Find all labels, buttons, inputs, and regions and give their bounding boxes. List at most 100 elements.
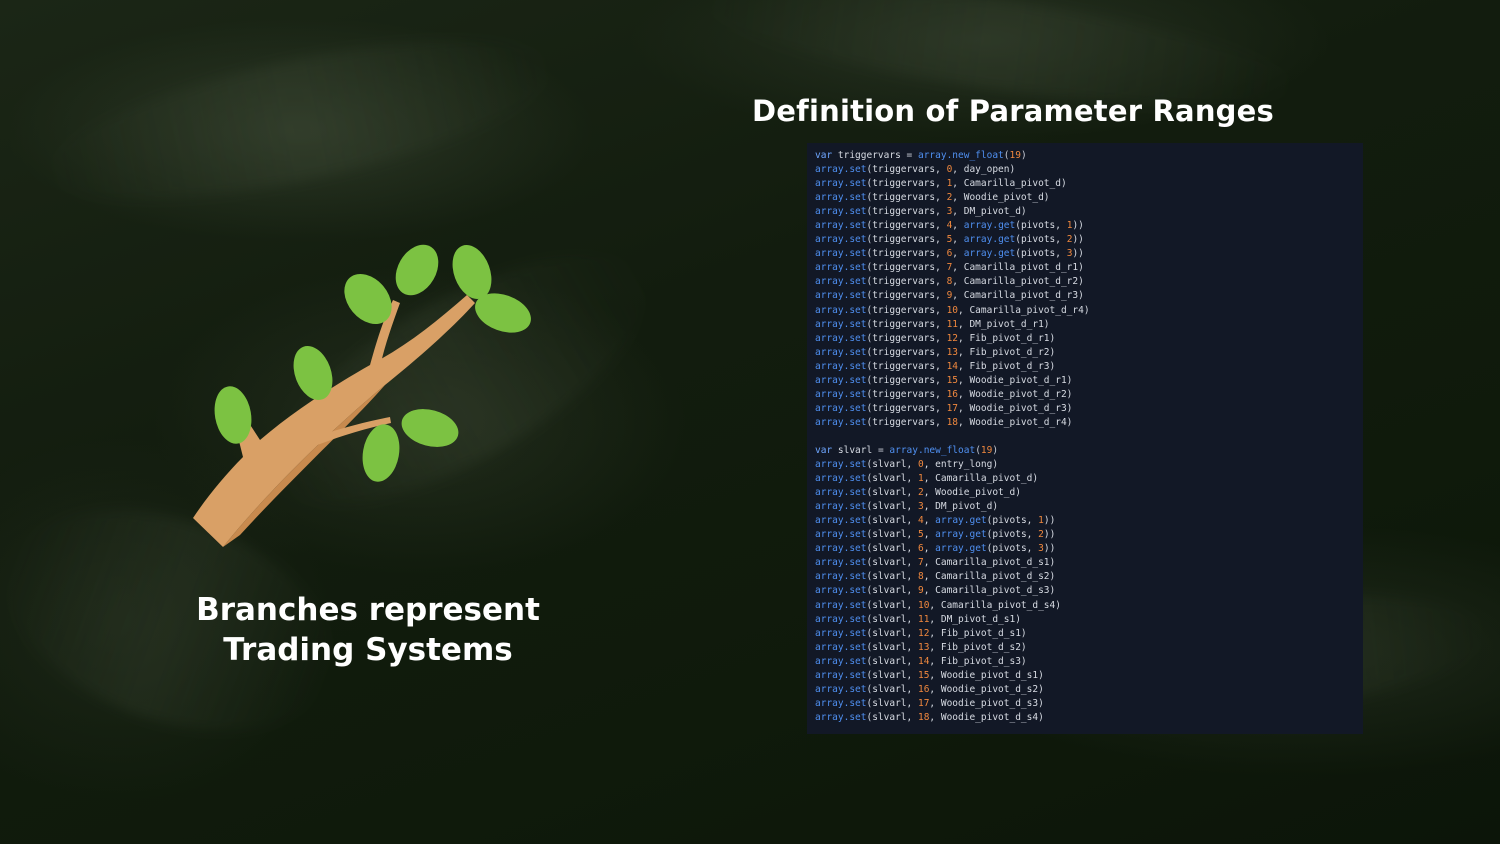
code-token: (triggervars, bbox=[866, 360, 947, 372]
code-token: array.set bbox=[815, 683, 867, 695]
code-token: , Woodie_pivot_d_s4) bbox=[929, 711, 1044, 723]
code-token: (slvarl, bbox=[866, 683, 918, 695]
code-token: , Woodie_pivot_d_s1) bbox=[929, 669, 1044, 681]
code-line: array.set(triggervars, 13, Fib_pivot_d_r… bbox=[815, 346, 1363, 360]
code-token: 11 bbox=[946, 318, 959, 330]
code-token: (triggervars, bbox=[866, 374, 947, 386]
code-line: array.set(triggervars, 3, DM_pivot_d) bbox=[815, 205, 1363, 219]
code-token: (slvarl, bbox=[866, 585, 918, 597]
code-token: 19 bbox=[1009, 150, 1021, 161]
code-token: array.set bbox=[815, 627, 867, 639]
code-token: array.new_float bbox=[912, 150, 1004, 161]
code-token: , Camarilla_pivot_d_s3) bbox=[923, 585, 1056, 597]
code-token: array.set bbox=[815, 669, 867, 681]
code-line: array.set(slvarl, 7, Camarilla_pivot_d_s… bbox=[815, 556, 1363, 570]
code-token: , Camarilla_pivot_d_r2) bbox=[952, 276, 1084, 288]
code-token: (triggervars, bbox=[866, 220, 947, 232]
code-token: , DM_pivot_d) bbox=[952, 206, 1027, 218]
code-token: , Fib_pivot_d_r3) bbox=[958, 360, 1056, 372]
code-token: , bbox=[923, 529, 936, 541]
code-token: 18 bbox=[917, 711, 930, 723]
code-line: array.set(triggervars, 4, array.get(pivo… bbox=[815, 219, 1363, 233]
code-token: array.set bbox=[815, 276, 867, 288]
code-line: array.set(triggervars, 15, Woodie_pivot_… bbox=[815, 374, 1363, 388]
code-line: array.set(slvarl, 3, DM_pivot_d) bbox=[815, 500, 1363, 514]
code-token: , Fib_pivot_d_s1) bbox=[929, 627, 1027, 639]
code-token: (slvarl, bbox=[866, 655, 918, 667]
tree-branch-icon bbox=[193, 244, 531, 547]
code-token: , Camarilla_pivot_d) bbox=[923, 473, 1039, 485]
code-token: array.set bbox=[815, 178, 867, 190]
code-line: array.set(triggervars, 14, Fib_pivot_d_r… bbox=[815, 360, 1363, 374]
code-line: array.set(slvarl, 13, Fib_pivot_d_s2) bbox=[815, 641, 1363, 655]
code-token: array.set bbox=[815, 487, 867, 499]
code-token: array.new_float bbox=[883, 444, 976, 456]
code-token: , Camarilla_pivot_d) bbox=[952, 178, 1067, 190]
code-token: array.set bbox=[815, 234, 867, 246]
code-token: )) bbox=[1072, 220, 1084, 232]
code-token: var bbox=[815, 150, 833, 161]
code-panel: var triggervars = array.new_float(19) arr… bbox=[807, 143, 1363, 734]
code-line: array.set(triggervars, 16, Woodie_pivot_… bbox=[815, 388, 1363, 402]
code-token: )) bbox=[1072, 248, 1084, 260]
code-token: (slvarl, bbox=[866, 571, 918, 583]
code-token: array.set bbox=[815, 318, 867, 330]
code-token: 10 bbox=[946, 304, 959, 316]
code-token: array.set bbox=[815, 571, 867, 583]
code-token: )) bbox=[1043, 543, 1056, 555]
code-token: ) bbox=[992, 444, 999, 456]
code-token: (triggervars, bbox=[866, 276, 947, 288]
code-line: array.set(slvarl, 17, Woodie_pivot_d_s3) bbox=[815, 697, 1363, 711]
code-token: array.set bbox=[815, 711, 867, 723]
code-token: 16 bbox=[917, 683, 930, 695]
code-token: (slvarl, bbox=[866, 487, 918, 499]
code-token: (triggervars, bbox=[866, 192, 947, 204]
code-token: array.set bbox=[815, 585, 867, 597]
code-token: (slvarl, bbox=[866, 641, 918, 653]
code-line: array.set(slvarl, 9, Camarilla_pivot_d_s… bbox=[815, 584, 1363, 598]
code-token: array.get bbox=[963, 220, 1016, 232]
code-line: array.set(triggervars, 5, array.get(pivo… bbox=[815, 233, 1363, 247]
code-token: array.set bbox=[815, 346, 867, 358]
code-line: array.set(slvarl, 12, Fib_pivot_d_s1) bbox=[815, 627, 1363, 641]
code-token: var bbox=[815, 444, 833, 456]
code-token: array.set bbox=[815, 248, 867, 260]
code-token: (slvarl, bbox=[866, 627, 918, 639]
code-line: array.set(slvarl, 16, Woodie_pivot_d_s2) bbox=[815, 683, 1363, 697]
code-token: , bbox=[923, 515, 936, 527]
code-line: array.set(triggervars, 6, array.get(pivo… bbox=[815, 247, 1363, 261]
fabric-fold bbox=[33, 7, 567, 233]
code-line: var slvarl = array.new_float(19) bbox=[815, 444, 1363, 458]
code-token: array.set bbox=[815, 515, 867, 527]
code-token: array.set bbox=[815, 655, 867, 667]
code-token: )) bbox=[1043, 515, 1056, 527]
code-token: , Camarilla_pivot_d_r4) bbox=[958, 304, 1090, 316]
code-token: (triggervars, bbox=[866, 234, 947, 246]
code-token: (slvarl, bbox=[866, 711, 918, 723]
code-token: array.set bbox=[815, 192, 867, 204]
code-token: array.set bbox=[815, 360, 867, 372]
code-token: (slvarl, bbox=[866, 515, 918, 527]
code-token: array.set bbox=[815, 262, 867, 274]
code-line: array.set(slvarl, 5, array.get(pivots, 2… bbox=[815, 528, 1363, 542]
code-token: , Camarilla_pivot_d_r1) bbox=[952, 262, 1084, 274]
code-line: array.set(slvarl, 4, array.get(pivots, 1… bbox=[815, 514, 1363, 528]
code-line: array.set(triggervars, 2, Woodie_pivot_d… bbox=[815, 191, 1363, 205]
code-token: (pivots, bbox=[986, 543, 1039, 555]
code-token: array.get bbox=[935, 515, 987, 527]
code-token: (pivots, bbox=[1015, 248, 1067, 260]
code-token: )) bbox=[1043, 529, 1056, 541]
code-token: (pivots, bbox=[1015, 234, 1067, 246]
code-token: , Woodie_pivot_d) bbox=[923, 487, 1021, 499]
code-token: array.set bbox=[815, 388, 867, 400]
code-token: (slvarl, bbox=[866, 599, 918, 611]
code-token: 14 bbox=[946, 360, 959, 372]
code-token: array.set bbox=[815, 206, 867, 218]
code-token: , Woodie_pivot_d_r1) bbox=[958, 374, 1073, 386]
code-token: array.set bbox=[815, 641, 867, 653]
code-line: array.set(slvarl, 10, Camarilla_pivot_d_… bbox=[815, 599, 1363, 613]
code-token: array.get bbox=[963, 234, 1016, 246]
code-token: array.set bbox=[815, 557, 867, 569]
code-line: array.set(slvarl, 14, Fib_pivot_d_s3) bbox=[815, 655, 1363, 669]
